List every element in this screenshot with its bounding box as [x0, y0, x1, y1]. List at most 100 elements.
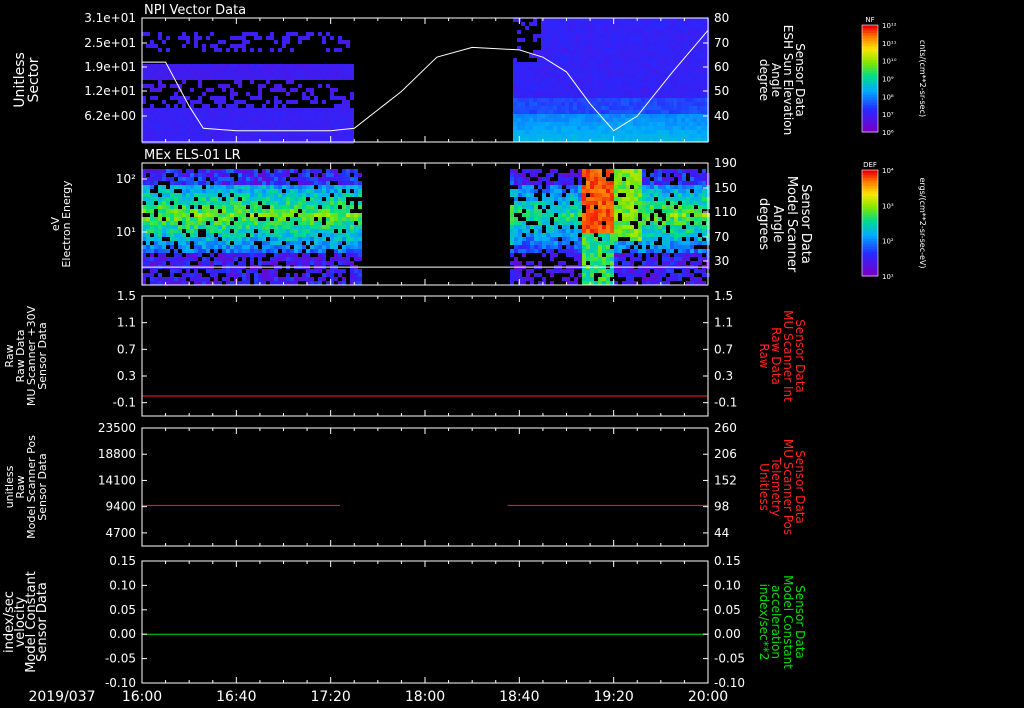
spectrogram-cell [182, 64, 186, 68]
spectrogram-cell [570, 245, 574, 249]
spectrogram-cell [513, 78, 517, 82]
spectrogram-cell [346, 225, 350, 229]
spectrogram-cell [537, 82, 541, 86]
spectrogram-cell [246, 132, 250, 136]
spectrogram-cell [658, 173, 662, 177]
spectrogram-cell [178, 96, 182, 100]
spectrogram-cell [158, 241, 162, 245]
spectrogram-cell [545, 30, 549, 34]
spectrogram-cell [330, 201, 334, 205]
spectrogram-cell [154, 281, 158, 285]
spectrogram-cell [650, 205, 654, 209]
spectrogram-cell [174, 128, 178, 132]
spectrogram-cell [550, 169, 554, 173]
spectrogram-cell [170, 128, 174, 132]
spectrogram-cell [698, 173, 702, 177]
spectrogram-cell [570, 229, 574, 233]
spectrogram-cell [661, 58, 665, 62]
spectrogram-cell [566, 229, 570, 233]
spectrogram-cell [557, 26, 561, 30]
spectrogram-cell [682, 181, 686, 185]
spectrogram-cell [162, 245, 166, 249]
spectrogram-cell [601, 18, 605, 22]
spectrogram-cell [526, 249, 530, 253]
spectrogram-cell [202, 197, 206, 201]
spectrogram-cell [617, 138, 621, 142]
spectrogram-cell [194, 128, 198, 132]
spectrogram-cell [517, 94, 521, 98]
spectrogram-cell [302, 197, 306, 201]
spectrogram-cell [633, 138, 637, 142]
spectrogram-cell [202, 201, 206, 205]
spectrogram-cell [338, 36, 342, 40]
spectrogram-cell [630, 205, 634, 209]
spectrogram-cell [194, 100, 198, 104]
spectrogram-cell [218, 76, 222, 80]
spectrogram-cell [594, 261, 598, 265]
spectrogram-cell [334, 249, 338, 253]
spectrogram-cell [190, 225, 194, 229]
spectrogram-cell [677, 118, 681, 122]
spectrogram-cell [250, 112, 254, 116]
spectrogram-cell [542, 197, 546, 201]
spectrogram-cell [322, 229, 326, 233]
spectrogram-cell [594, 201, 598, 205]
spectrogram-cell [286, 64, 290, 68]
spectrogram-cell [610, 241, 614, 245]
spectrogram-cell [690, 209, 694, 213]
spectrogram-cell [686, 209, 690, 213]
spectrogram-cell [278, 181, 282, 185]
spectrogram-cell [526, 245, 530, 249]
spectrogram-cell [578, 205, 582, 209]
spectrogram-cell [529, 22, 533, 26]
spectrogram-cell [214, 44, 218, 48]
spectrogram-cell [302, 245, 306, 249]
spectrogram-cell [162, 209, 166, 213]
spectrogram-cell [186, 221, 190, 225]
spectrogram-cell [545, 82, 549, 86]
spectrogram-cell [194, 136, 198, 140]
spectrogram-cell [258, 213, 262, 217]
spectrogram-cell [677, 74, 681, 78]
spectrogram-cell [154, 68, 158, 72]
spectrogram-cell [541, 82, 545, 86]
spectrogram-cell [286, 205, 290, 209]
spectrogram-cell [558, 193, 562, 197]
spectrogram-cell [561, 126, 565, 130]
spectrogram-cell [210, 76, 214, 80]
spectrogram-cell [226, 241, 230, 245]
spectrogram-cell [649, 122, 653, 126]
spectrogram-cell [242, 253, 246, 257]
spectrogram-cell [629, 90, 633, 94]
spectrogram-cell [330, 124, 334, 128]
spectrogram-cell [582, 261, 586, 265]
spectrogram-cell [618, 173, 622, 177]
spectrogram-cell [242, 189, 246, 193]
spectrogram-cell [270, 257, 274, 261]
spectrogram-cell [638, 201, 642, 205]
spectrogram-cell [605, 50, 609, 54]
spectrogram-cell [202, 217, 206, 221]
spectrogram-cell [533, 114, 537, 118]
spectrogram-cell [677, 30, 681, 34]
spectrogram-cell [294, 277, 298, 281]
spectrogram-cell [622, 173, 626, 177]
spectrogram-cell [146, 44, 150, 48]
spectrogram-cell [701, 102, 705, 106]
spectrogram-cell [262, 225, 266, 229]
spectrogram-cell [521, 86, 525, 90]
spectrogram-cell [573, 134, 577, 138]
spectrogram-cell [598, 209, 602, 213]
spectrogram-cell [206, 241, 210, 245]
spectrogram-cell [545, 78, 549, 82]
spectrogram-cell [701, 26, 705, 30]
spectrogram-cell [634, 173, 638, 177]
spectrogram-cell [266, 76, 270, 80]
spectrogram-cell [218, 96, 222, 100]
spectrogram-cell [657, 46, 661, 50]
spectrogram-cell [610, 181, 614, 185]
spectrogram-cell [529, 122, 533, 126]
spectrogram-cell [613, 34, 617, 38]
spectrogram-cell [678, 233, 682, 237]
spectrogram-cell [166, 257, 170, 261]
